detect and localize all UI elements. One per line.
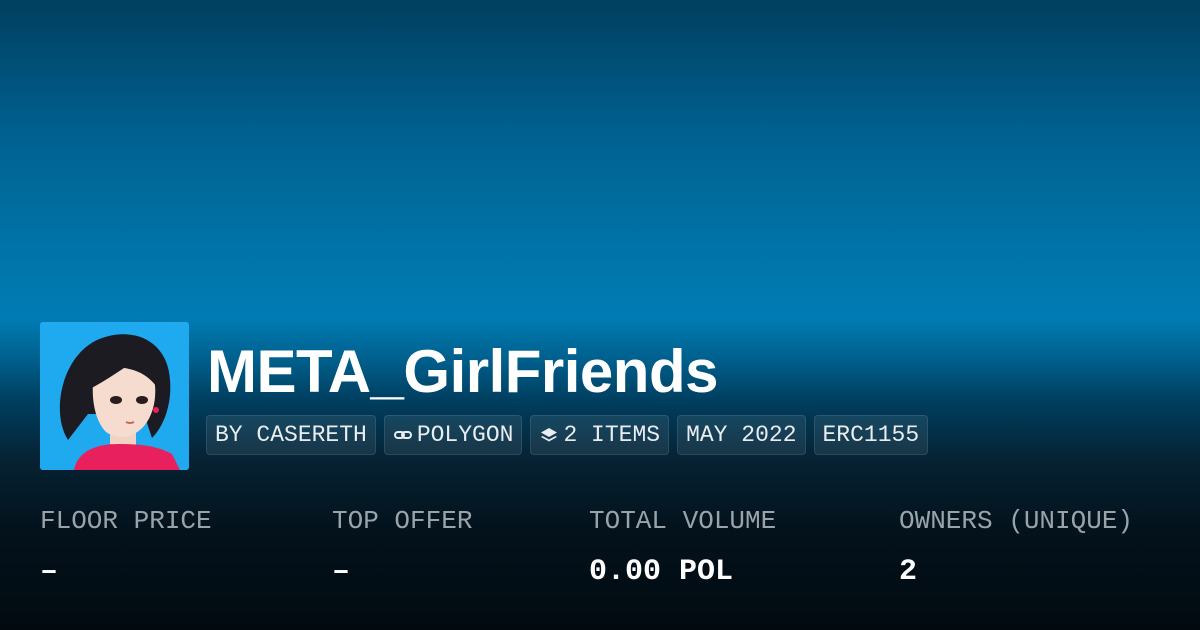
girl-portrait-icon bbox=[40, 322, 189, 470]
collection-title: META_GirlFriends bbox=[207, 338, 718, 405]
stat-label: OWNERS (UNIQUE) bbox=[899, 506, 1134, 536]
link-icon bbox=[393, 425, 413, 445]
chain-label: POLYGON bbox=[416, 422, 514, 448]
stat-value: 0.00 POL bbox=[589, 555, 734, 589]
stat-label: TOTAL VOLUME bbox=[589, 506, 777, 536]
token-standard-label: ERC1155 bbox=[822, 422, 920, 448]
stat-value: 2 bbox=[899, 555, 918, 589]
items-badge: 2 ITEMS bbox=[530, 415, 670, 455]
creator-label: BY CASERETH bbox=[215, 422, 367, 448]
stat-label: FLOOR PRICE bbox=[40, 506, 212, 536]
collection-avatar bbox=[40, 322, 189, 470]
stat-owners: OWNERS (UNIQUE) 2 bbox=[899, 504, 1133, 590]
stat-floor-price: FLOOR PRICE – bbox=[40, 504, 212, 590]
token-standard-badge: ERC1155 bbox=[813, 415, 929, 455]
stat-value: – bbox=[332, 555, 351, 589]
stat-value: – bbox=[40, 555, 59, 589]
stat-top-offer: TOP OFFER – bbox=[332, 504, 472, 590]
chain-badge: POLYGON bbox=[383, 415, 523, 455]
date-badge: MAY 2022 bbox=[677, 415, 806, 455]
layers-icon bbox=[539, 425, 559, 445]
date-label: MAY 2022 bbox=[686, 422, 797, 448]
collection-share-card: META_GirlFriends BY CASERETH POLYGON 2 I… bbox=[0, 0, 1200, 630]
collection-badges: BY CASERETH POLYGON 2 ITEMS MAY 2022 ERC… bbox=[206, 415, 929, 455]
items-label: 2 ITEMS bbox=[563, 422, 661, 448]
creator-badge: BY CASERETH bbox=[206, 415, 376, 455]
stat-total-volume: TOTAL VOLUME 0.00 POL bbox=[589, 504, 776, 590]
stat-label: TOP OFFER bbox=[332, 506, 473, 536]
